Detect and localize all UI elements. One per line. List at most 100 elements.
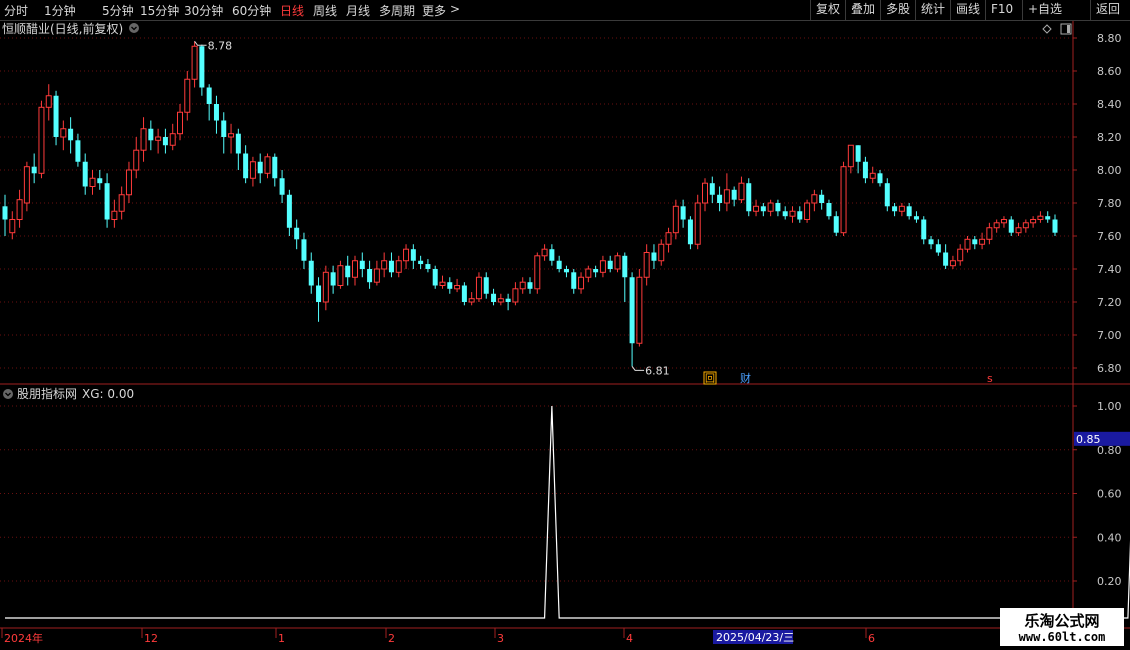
candle	[928, 236, 934, 250]
candle	[571, 269, 577, 294]
candle-body	[228, 133, 235, 138]
candle	[549, 244, 555, 266]
more-arrow-icon[interactable]: >	[450, 2, 460, 16]
candle-body	[680, 206, 686, 220]
candle-body	[534, 255, 541, 290]
candle-body	[782, 211, 788, 217]
tab-5min[interactable]: 5分钟	[102, 2, 134, 19]
candle-body	[111, 210, 118, 220]
candle-body	[1037, 215, 1044, 220]
candle	[31, 153, 37, 184]
tab-monthly[interactable]: 月线	[346, 2, 370, 19]
candle-body	[898, 205, 905, 212]
candle	[1037, 211, 1044, 223]
price-tick-label: 7.40	[1097, 263, 1122, 276]
event-marker-hui: 回	[705, 373, 715, 385]
chevron-down-icon[interactable]	[3, 389, 13, 399]
candle	[892, 203, 898, 217]
candle	[826, 199, 832, 220]
candle-body	[651, 252, 657, 261]
candle	[855, 145, 861, 174]
candle	[45, 84, 52, 121]
candle	[702, 178, 708, 212]
candle-body	[155, 136, 162, 141]
candle-body	[125, 169, 132, 196]
tab-60min[interactable]: 60分钟	[232, 2, 271, 19]
candle	[993, 219, 1000, 233]
candle-body	[943, 252, 949, 266]
huaxian-button[interactable]: 画线	[950, 0, 985, 20]
candle	[636, 269, 643, 347]
candle-body	[140, 128, 147, 151]
candle	[753, 199, 760, 217]
diejia-button[interactable]: 叠加	[845, 0, 880, 20]
candle-body	[38, 106, 45, 174]
cursor-date-label: 2025/04/23/三	[716, 631, 794, 644]
candle	[447, 277, 453, 294]
candle-body	[2, 206, 8, 220]
candle	[367, 260, 373, 289]
chevron-down-icon[interactable]	[129, 23, 139, 33]
price-tick-label: 7.80	[1097, 197, 1122, 210]
tab-30min[interactable]: 30分钟	[184, 2, 223, 19]
candle	[491, 288, 497, 306]
candle	[410, 244, 416, 269]
tab-daily[interactable]: 日线	[280, 2, 304, 19]
fuquan-button[interactable]: 复权	[810, 0, 845, 20]
diamond-icon[interactable]	[1042, 24, 1052, 34]
candle	[869, 166, 876, 184]
candle	[847, 144, 854, 174]
candle-body	[322, 271, 329, 303]
add-watchlist-button[interactable]: +自选	[1022, 0, 1062, 20]
candle-body	[454, 285, 461, 290]
duogu-button[interactable]: 多股	[880, 0, 915, 20]
low-pointer	[631, 366, 645, 371]
candle	[243, 145, 249, 184]
candle-body	[1022, 222, 1029, 229]
tab-fenshi[interactable]: 分时	[4, 2, 28, 19]
candle	[797, 206, 803, 223]
candle	[680, 199, 686, 228]
candle	[709, 176, 715, 203]
tab-15min[interactable]: 15分钟	[140, 2, 179, 19]
candle	[68, 117, 74, 154]
x-axis-label: 1	[278, 632, 285, 645]
candle	[235, 128, 241, 170]
candle	[294, 219, 300, 250]
candle-body	[986, 227, 993, 240]
candle-body	[221, 120, 227, 137]
tongji-button[interactable]: 统计	[915, 0, 950, 20]
candle-body	[622, 255, 628, 278]
tab-more[interactable]: 更多	[422, 2, 446, 19]
candle	[359, 252, 365, 278]
candle	[578, 272, 585, 294]
candle-body	[162, 137, 168, 146]
candle	[585, 265, 592, 283]
candle	[717, 186, 723, 212]
candle	[279, 170, 285, 203]
candle	[249, 156, 256, 187]
candle-body	[60, 128, 67, 138]
candle-body	[1008, 219, 1014, 233]
candle-body	[972, 239, 978, 245]
candle	[1022, 219, 1029, 233]
candle-body	[760, 206, 766, 212]
event-marker-cai: 财	[740, 371, 751, 385]
candle	[308, 252, 314, 294]
chart-area[interactable]: 8.80 8.60 8.40 8.20 8.00 7.80 7.60 7.40 7.20 7.00…	[0, 21, 1130, 650]
tab-multi[interactable]: 多周期	[379, 2, 415, 19]
tab-1min[interactable]: 1分钟	[44, 2, 76, 19]
candle-body	[432, 269, 438, 286]
candle-body	[957, 248, 964, 262]
panel-toggle-icon[interactable]	[1060, 23, 1072, 35]
candle-body	[556, 260, 562, 269]
candle	[599, 255, 606, 278]
back-button[interactable]: 返回	[1090, 0, 1130, 20]
tab-weekly[interactable]: 周线	[313, 2, 337, 19]
low-price-label: 6.81	[645, 364, 670, 377]
candle-body	[847, 144, 854, 168]
candle-body	[345, 265, 351, 278]
f10-button[interactable]: F10	[985, 0, 1022, 20]
candle-body	[497, 298, 504, 303]
candle	[337, 260, 344, 289]
